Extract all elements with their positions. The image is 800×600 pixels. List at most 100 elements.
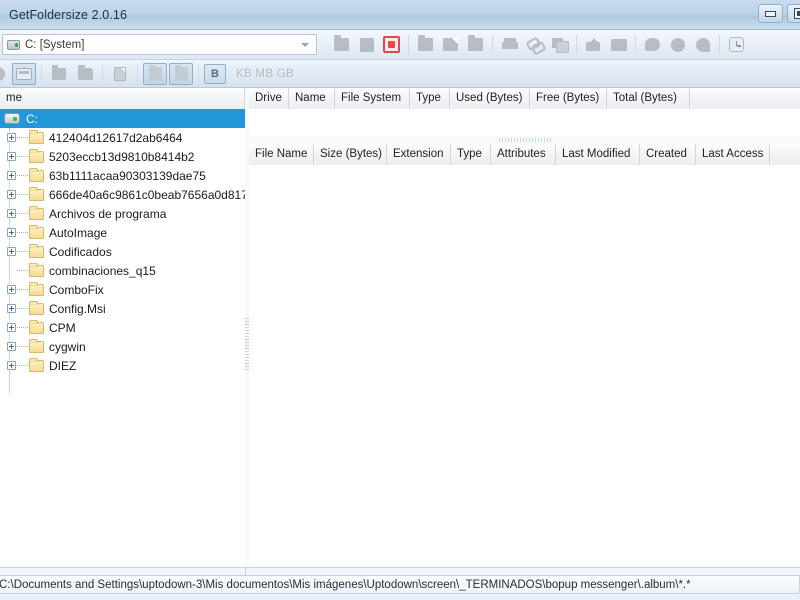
tree-view-button[interactable] — [0, 63, 10, 85]
tree-connector — [17, 213, 28, 214]
tree-connector — [17, 365, 28, 366]
tree-item-codificados[interactable]: Codificados — [0, 242, 245, 261]
column-header-name[interactable]: Name — [289, 88, 335, 109]
info-button[interactable] — [641, 33, 664, 56]
expand-toggle-icon[interactable] — [7, 342, 16, 351]
tree-item-cpm[interactable]: CPM — [0, 318, 245, 337]
tree-item-label: C: — [26, 111, 38, 126]
column-header-last-modified[interactable]: Last Modified — [556, 144, 640, 165]
tree-item-412404d12617d2ab6464[interactable]: 412404d12617d2ab6464 — [0, 128, 245, 147]
help-button[interactable] — [691, 33, 714, 56]
open-folder-button[interactable] — [414, 33, 437, 56]
file-list-body[interactable] — [249, 165, 800, 567]
expand-toggle-icon[interactable] — [7, 285, 16, 294]
column-header-file-system[interactable]: File System — [335, 88, 410, 109]
folder-open-icon — [418, 35, 433, 51]
options-button[interactable] — [666, 33, 689, 56]
column-header-created[interactable]: Created — [640, 144, 696, 165]
tree-item-diez[interactable]: DIEZ — [0, 356, 245, 375]
horizontal-splitter-grip[interactable] — [498, 138, 551, 142]
title-bar: GetFoldersize 2.0.16 — [0, 0, 800, 30]
toolbar-separator — [137, 64, 138, 83]
column-header-free-bytes[interactable]: Free (Bytes) — [530, 88, 607, 109]
drive-combobox[interactable]: C: [System] — [2, 34, 317, 55]
file-column-header: File Name Size (Bytes) Extension Type Attrib… — [249, 144, 800, 165]
tree-item-archivos-de-programa[interactable]: Archivos de programa — [0, 204, 245, 223]
tree-connector — [17, 156, 28, 157]
expand-toggle-icon[interactable] — [7, 361, 16, 370]
scan-folder-button[interactable] — [330, 33, 353, 56]
expand-toggle-icon[interactable] — [7, 304, 16, 313]
column-header-used-bytes[interactable]: Used (Bytes) — [450, 88, 530, 109]
secondary-toolbar-buttons: B KB MB GB — [0, 62, 294, 85]
column-header-type[interactable]: Type — [451, 144, 491, 165]
expand-toggle-icon[interactable] — [7, 247, 16, 256]
maximize-button[interactable] — [787, 4, 800, 23]
folder-tree-rows: C: 412404d12617d2ab6464 5203eccb13d9810b84… — [0, 109, 245, 375]
tree-connector — [17, 175, 28, 176]
tree-item-cygwin[interactable]: cygwin — [0, 337, 245, 356]
minimize-button[interactable] — [758, 4, 783, 23]
column-header-extension[interactable]: Extension — [387, 144, 451, 165]
save-scan-button[interactable] — [464, 33, 487, 56]
stop-scan-button[interactable] — [380, 33, 403, 56]
column-header-type[interactable]: Type — [410, 88, 450, 109]
folder-icon — [29, 224, 44, 239]
folder-new-icon — [443, 38, 458, 51]
folder-icon — [29, 262, 44, 277]
tree-item-combofix[interactable]: ComboFix — [0, 280, 245, 299]
expand-toggle-icon[interactable] — [7, 171, 16, 180]
expand-toggle-icon[interactable] — [7, 209, 16, 218]
tree-item-666de40a6c9861c0beab7656a0d817[interactable]: 666de40a6c9861c0beab7656a0d817 — [0, 185, 245, 204]
document-button[interactable] — [108, 63, 132, 85]
toolbar-separator — [198, 64, 199, 83]
tree-item-label: Codificados — [49, 244, 112, 259]
scan-drive-button[interactable] — [355, 33, 378, 56]
window-controls — [758, 4, 800, 23]
page-one-button[interactable] — [143, 62, 167, 85]
tree-item-label: DIEZ — [49, 358, 77, 373]
column-header-size-bytes[interactable]: Size (Bytes) — [314, 144, 387, 165]
minimize-icon — [765, 10, 776, 17]
link-button[interactable] — [523, 33, 546, 56]
column-header-file-name[interactable]: File Name — [249, 144, 314, 165]
unit-bytes-button[interactable]: B — [204, 63, 226, 84]
column-header-total-bytes[interactable]: Total (Bytes) — [607, 88, 690, 109]
column-header-attributes[interactable]: Attributes — [491, 144, 556, 165]
tree-item-5203eccb13d9810b8414b2[interactable]: 5203eccb13d9810b8414b2 — [0, 147, 245, 166]
unit-options-label[interactable]: KB MB GB — [236, 68, 294, 80]
column-header-drive[interactable]: Drive — [249, 88, 289, 109]
tree-item-combinaciones-q15[interactable]: combinaciones_q15 — [0, 261, 245, 280]
horizontal-splitter[interactable] — [249, 136, 800, 144]
expand-toggle-icon[interactable] — [7, 152, 16, 161]
tree-item-autoimage[interactable]: AutoImage — [0, 223, 245, 242]
drive-list-body[interactable] — [249, 109, 800, 136]
report-button[interactable] — [607, 33, 630, 56]
tree-connector — [17, 289, 28, 290]
tree-connector — [17, 308, 28, 309]
tree-item-63b1111acaa90303139dae75[interactable]: 63b1111acaa90303139dae75 — [0, 166, 245, 185]
folder-tree-body[interactable]: C: 412404d12617d2ab6464 5203eccb13d9810b84… — [0, 109, 245, 567]
chevron-down-icon[interactable] — [301, 42, 309, 47]
expand-toggle-icon[interactable] — [7, 133, 16, 142]
expand-toggle-icon[interactable] — [7, 228, 16, 237]
circle-alt-icon — [695, 37, 710, 52]
tree-item-c[interactable]: C: — [0, 109, 245, 128]
tree-item-config-msi[interactable]: Config.Msi — [0, 299, 245, 318]
expand-toggle-icon[interactable] — [7, 323, 16, 332]
page-two-button[interactable] — [169, 62, 193, 85]
tree-connector — [17, 346, 28, 347]
folder-button[interactable] — [47, 63, 71, 85]
column-header-last-access[interactable]: Last Access — [696, 144, 770, 165]
export-button[interactable] — [582, 33, 605, 56]
print-button[interactable] — [498, 33, 521, 56]
expand-toggle-icon[interactable] — [7, 190, 16, 199]
copy-button[interactable] — [548, 33, 571, 56]
tree-column-name[interactable]: me — [0, 87, 245, 109]
stop-icon — [383, 36, 400, 53]
history-button[interactable] — [725, 33, 748, 56]
new-scan-button[interactable] — [439, 33, 462, 56]
export-icon — [586, 38, 601, 51]
folder-open-button[interactable] — [73, 63, 97, 85]
screen-view-button[interactable] — [12, 62, 36, 85]
